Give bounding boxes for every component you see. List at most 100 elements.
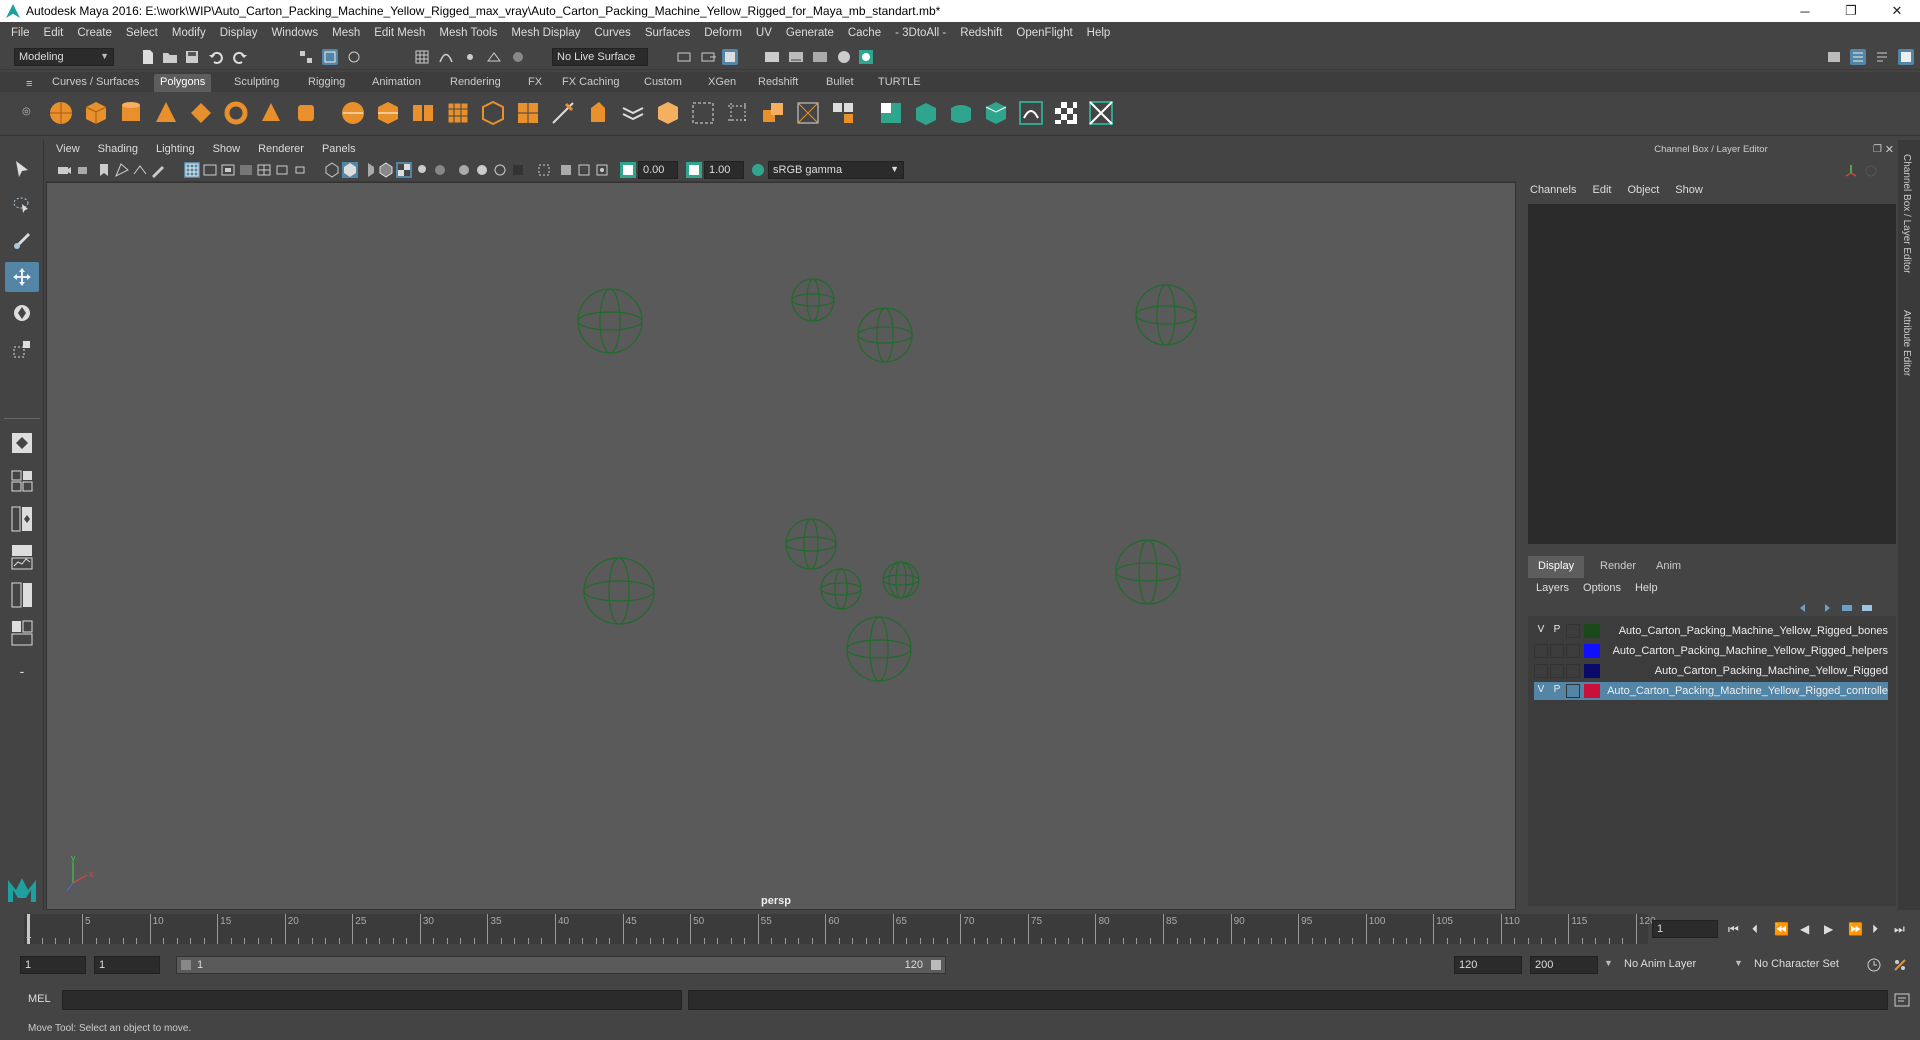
menu-mesh-display[interactable]: Mesh Display xyxy=(504,27,587,39)
construction-history-icon[interactable] xyxy=(722,49,738,65)
menu-deform[interactable]: Deform xyxy=(697,27,749,39)
panel-menu-panels[interactable]: Panels xyxy=(312,143,364,155)
go-to-end-icon[interactable]: ⏭ xyxy=(1894,922,1905,937)
xray-active-components-icon[interactable] xyxy=(576,162,592,178)
perspective-viewport[interactable]: y x persp xyxy=(46,182,1516,910)
modeling-toolkit-icon[interactable] xyxy=(1826,49,1842,65)
layer-color-swatch[interactable] xyxy=(1584,644,1600,658)
auto-key-icon[interactable] xyxy=(1866,957,1882,973)
chevron-down-icon[interactable]: ▼ xyxy=(1604,958,1613,968)
shelf-tab-turtle[interactable]: TURTLE xyxy=(872,74,927,92)
channel-box-toggle-icon[interactable] xyxy=(1898,49,1914,65)
chevron-down-icon[interactable]: ▼ xyxy=(1734,958,1743,968)
xray-joints-icon[interactable] xyxy=(594,162,610,178)
layer-color-swatch[interactable] xyxy=(1584,664,1600,678)
use-default-material-icon[interactable] xyxy=(360,162,376,178)
bridge-icon[interactable] xyxy=(515,100,541,126)
shelf-tab-rigging[interactable]: Rigging xyxy=(302,74,351,92)
command-language-toggle[interactable]: MEL xyxy=(28,993,51,1005)
step-back-key-icon[interactable]: ⏪ xyxy=(1774,922,1789,936)
snap-curve-icon[interactable] xyxy=(438,49,454,65)
safe-action-icon[interactable] xyxy=(274,162,290,178)
live-surface-field[interactable]: No Live Surface xyxy=(552,48,648,66)
shelf-tab-xgen[interactable]: XGen xyxy=(702,74,742,92)
checker-map-icon[interactable] xyxy=(1053,100,1079,126)
panel-menu-show[interactable]: Show xyxy=(203,143,249,155)
multi-cut-icon[interactable] xyxy=(620,100,646,126)
image-plane-icon[interactable] xyxy=(114,162,130,178)
menu-cache[interactable]: Cache xyxy=(841,27,888,39)
uv-layout-icon[interactable] xyxy=(1088,100,1114,126)
attribute-editor-toggle-icon[interactable] xyxy=(1850,49,1866,65)
rig-controller[interactable] xyxy=(1115,539,1181,605)
layers-menu[interactable]: Layers xyxy=(1536,582,1569,594)
lasso-tool[interactable] xyxy=(5,190,39,220)
menu-select[interactable]: Select xyxy=(119,27,165,39)
show-menu[interactable]: Show xyxy=(1675,184,1703,196)
select-object-icon[interactable] xyxy=(322,49,338,65)
combine-icon[interactable] xyxy=(340,100,366,126)
rig-controller[interactable] xyxy=(583,557,655,625)
move-tool[interactable] xyxy=(5,262,39,292)
rig-controller[interactable] xyxy=(1135,284,1197,346)
move-layer-down-icon[interactable] xyxy=(1818,602,1832,614)
redo-icon[interactable] xyxy=(232,49,248,65)
menu-edit[interactable]: Edit xyxy=(37,27,71,39)
rig-controller[interactable] xyxy=(846,616,912,682)
view-transform-dropdown[interactable]: sRGB gamma ▼ xyxy=(768,161,904,179)
render-settings-icon[interactable] xyxy=(812,49,828,65)
playback-start-field[interactable]: 1 xyxy=(94,956,160,974)
hypershade-icon[interactable] xyxy=(836,49,852,65)
rig-controller[interactable] xyxy=(820,568,862,610)
menu-mesh[interactable]: Mesh xyxy=(325,27,367,39)
use-all-lights-icon[interactable] xyxy=(414,162,430,178)
smooth-icon[interactable] xyxy=(445,100,471,126)
cut-uv-icon[interactable] xyxy=(1018,100,1044,126)
insert-edge-loop-icon[interactable] xyxy=(655,100,681,126)
merge-icon[interactable] xyxy=(760,100,786,126)
more-layouts-button[interactable]: - xyxy=(5,656,39,686)
rig-controller[interactable] xyxy=(577,288,643,354)
panel-menu-renderer[interactable]: Renderer xyxy=(248,143,312,155)
channel-box-area[interactable] xyxy=(1528,204,1896,544)
gamma-icon[interactable] xyxy=(686,162,702,178)
bevel-icon[interactable] xyxy=(550,100,576,126)
layer-color-swatch[interactable] xyxy=(1584,624,1600,638)
extrude-icon[interactable] xyxy=(480,100,506,126)
animation-preferences-icon[interactable] xyxy=(1892,957,1908,973)
wireframe-on-shaded-icon[interactable] xyxy=(378,162,394,178)
four-view-layout[interactable] xyxy=(5,466,39,496)
shelf-tab-animation[interactable]: Animation xyxy=(366,74,427,92)
poly-sphere-icon[interactable] xyxy=(48,100,74,126)
exposure-icon[interactable] xyxy=(620,162,636,178)
cylindrical-map-icon[interactable] xyxy=(948,100,974,126)
rig-controller[interactable] xyxy=(857,307,913,363)
poly-cylinder-icon[interactable] xyxy=(118,100,144,126)
isolate-select-icon[interactable] xyxy=(536,162,552,178)
xray-icon[interactable] xyxy=(558,162,574,178)
menu-3dtoall[interactable]: - 3DtoAll - xyxy=(888,27,953,39)
shelf-tab-redshift[interactable]: Redshift xyxy=(752,74,804,92)
wireframe-icon[interactable] xyxy=(324,162,340,178)
resolution-gate-icon[interactable] xyxy=(220,162,236,178)
options-menu[interactable]: Options xyxy=(1583,582,1621,594)
menu-mesh-tools[interactable]: Mesh Tools xyxy=(432,27,504,39)
menu-redshift[interactable]: Redshift xyxy=(953,27,1009,39)
layer-tab-display[interactable]: Display xyxy=(1528,556,1585,578)
hypershade-layout[interactable] xyxy=(5,580,39,610)
layer-visibility-toggle[interactable] xyxy=(1534,664,1548,678)
layer-type-toggle[interactable] xyxy=(1566,644,1580,658)
scale-tool[interactable] xyxy=(5,334,39,364)
open-scene-icon[interactable] xyxy=(162,49,178,65)
menu-create[interactable]: Create xyxy=(70,27,119,39)
menu-file[interactable]: File xyxy=(4,27,37,39)
mode-selector[interactable]: Modeling ▼ xyxy=(14,48,114,66)
target-weld-icon[interactable] xyxy=(795,100,821,126)
menu-windows[interactable]: Windows xyxy=(264,27,325,39)
color-management-icon[interactable] xyxy=(750,162,766,178)
render-frame-icon[interactable] xyxy=(764,49,780,65)
step-forward-frame-icon[interactable]: ⏵ xyxy=(1872,922,1878,937)
snap-point-icon[interactable] xyxy=(462,49,478,65)
undo-icon[interactable] xyxy=(208,49,224,65)
float-panel-icon[interactable]: ❐ xyxy=(1873,144,1882,155)
